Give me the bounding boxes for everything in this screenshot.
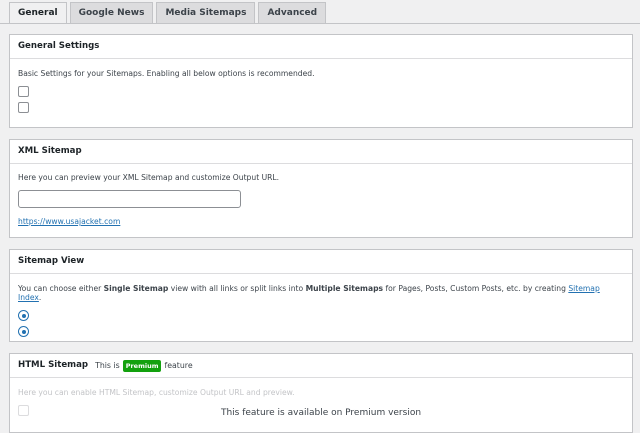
view-desc-text-1: You can choose either bbox=[18, 284, 104, 293]
view-desc-multiple-sitemaps: Multiple Sitemaps bbox=[305, 284, 384, 293]
html-sitemap-title: HTML Sitemap bbox=[18, 360, 89, 370]
html-sitemap-panel: HTML Sitemap This is Premium feature Here … bbox=[9, 353, 633, 433]
premium-badge: Premium bbox=[122, 360, 162, 372]
premium-message: This feature is available on Premium ver… bbox=[220, 408, 422, 418]
sitemap-url-link[interactable]: https://www.usajacket.com bbox=[18, 217, 120, 226]
tab-google-news[interactable]: Google News bbox=[69, 2, 154, 23]
tab-general[interactable]: General bbox=[9, 2, 67, 24]
sitemap-view-description: You can choose either Single Sitemap vie… bbox=[18, 284, 624, 302]
premium-note-suffix: feature bbox=[164, 361, 193, 370]
xml-sitemap-panel: XML Sitemap Here you can preview your XM… bbox=[9, 139, 633, 238]
general-option-checkbox-1[interactable] bbox=[18, 86, 29, 97]
html-sitemap-description: Here you can enable HTML Sitemap, custom… bbox=[18, 388, 295, 397]
single-sitemap-radio[interactable] bbox=[18, 310, 29, 321]
general-settings-description: Basic Settings for your Sitemaps. Enabli… bbox=[18, 69, 315, 78]
general-option-checkbox-2[interactable] bbox=[18, 102, 29, 113]
sitemap-view-panel: Sitemap View You can choose either Singl… bbox=[9, 249, 633, 342]
view-desc-text-2: view with all links or split links into bbox=[168, 284, 306, 293]
multiple-sitemaps-radio[interactable] bbox=[18, 326, 29, 337]
tab-divider bbox=[0, 23, 640, 24]
xml-sitemap-title: XML Sitemap bbox=[10, 140, 632, 164]
general-settings-title: General Settings bbox=[10, 35, 632, 59]
output-url-input[interactable] bbox=[18, 190, 241, 208]
xml-sitemap-description: Here you can preview your XML Sitemap an… bbox=[18, 173, 280, 182]
tab-advanced[interactable]: Advanced bbox=[258, 2, 327, 23]
premium-note: This is Premium feature bbox=[95, 354, 193, 377]
view-desc-end: . bbox=[38, 293, 42, 302]
general-settings-panel: General Settings Basic Settings for your… bbox=[9, 34, 633, 128]
sitemap-view-title: Sitemap View bbox=[10, 250, 632, 274]
view-desc-text-3: for Pages, Posts, Custom Posts, etc. by … bbox=[383, 284, 569, 293]
premium-note-prefix: This is bbox=[95, 361, 120, 370]
view-desc-single-sitemap: Single Sitemap bbox=[103, 284, 169, 293]
tab-media-sitemaps[interactable]: Media Sitemaps bbox=[156, 2, 256, 23]
